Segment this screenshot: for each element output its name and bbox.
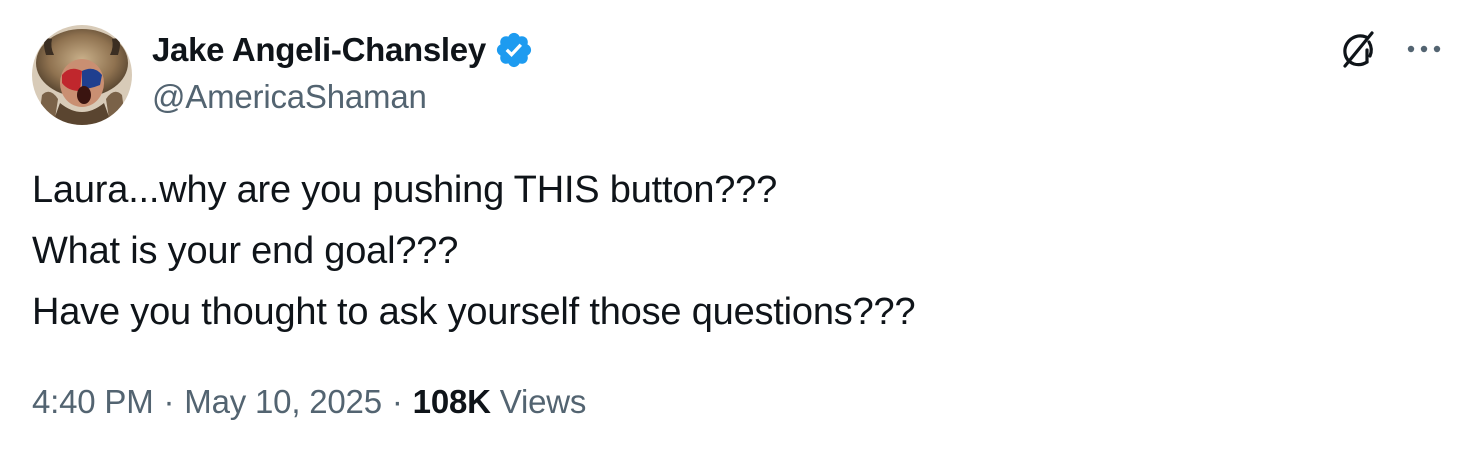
more-icon[interactable] <box>1402 34 1446 64</box>
handle[interactable]: @AmericaShaman <box>152 78 534 116</box>
meta-separator: · <box>391 383 403 420</box>
tweet-meta: 4:40 PM · May 10, 2025 · 108K Views <box>32 383 586 421</box>
display-name[interactable]: Jake Angeli-Chansley <box>152 31 486 69</box>
meta-separator: · <box>163 383 175 420</box>
tweet-text: Laura...why are you pushing THIS button?… <box>32 160 1432 343</box>
tweet-line: Have you thought to ask yourself those q… <box>32 291 916 333</box>
author-block: Jake Angeli-Chansley @AmericaShaman <box>152 28 534 116</box>
avatar-image <box>32 25 132 125</box>
name-row: Jake Angeli-Chansley <box>152 28 534 72</box>
tweet-date[interactable]: May 10, 2025 <box>184 383 382 421</box>
views-label: Views <box>499 383 587 420</box>
tweet-time[interactable]: 4:40 PM <box>32 383 154 421</box>
grok-icon[interactable] <box>1336 28 1380 72</box>
tweet-line: What is your end goal??? <box>32 230 459 272</box>
views-count[interactable]: 108K <box>413 383 491 421</box>
tweet-card: Jake Angeli-Chansley @AmericaShaman Laur… <box>0 0 1474 462</box>
tweet-line: Laura...why are you pushing THIS button?… <box>32 169 778 211</box>
verified-badge-icon[interactable] <box>494 30 534 70</box>
avatar[interactable] <box>32 25 132 125</box>
